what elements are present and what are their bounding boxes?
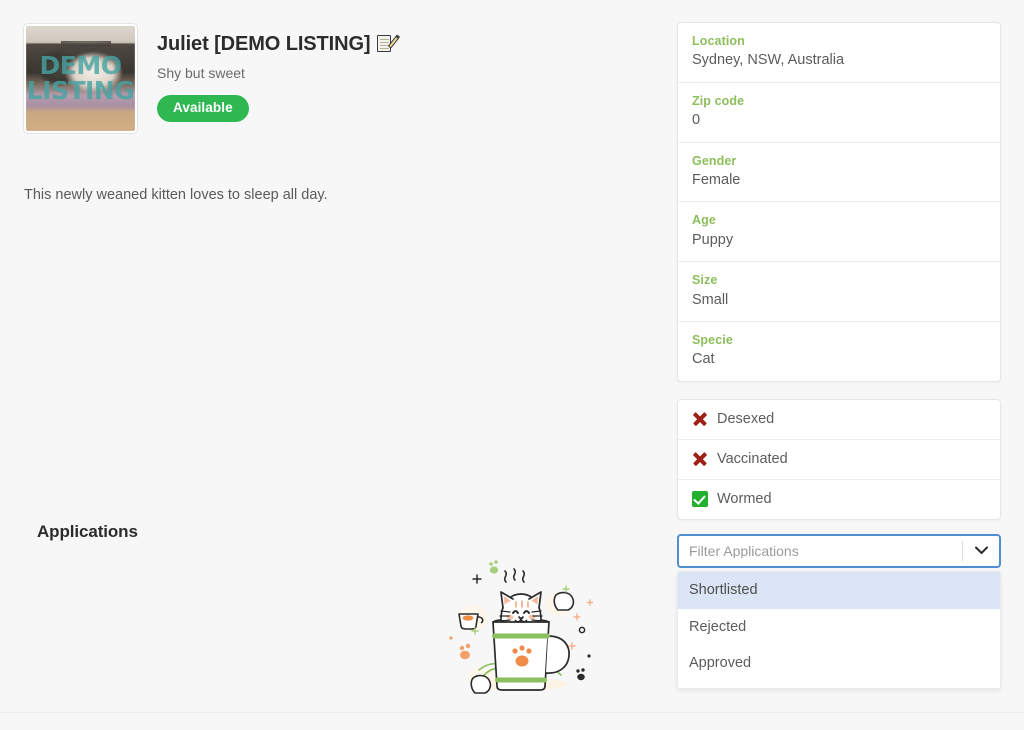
option-rejected[interactable]: Rejected — [678, 609, 1000, 646]
health-label: Wormed — [717, 490, 772, 507]
check-mark-box-icon — [692, 490, 708, 507]
health-status-card: Desexed Vaccinated Wormed — [677, 398, 1001, 520]
filter-applications-options: Shortlisted Rejected Approved — [677, 570, 1001, 689]
detail-row-gender: Gender Female — [678, 143, 1000, 203]
detail-label: Location — [692, 34, 745, 48]
detail-label: Specie — [692, 333, 733, 348]
listing-detail-page: DEMO LISTING Juliet [DEMO LISTING] Shy b… — [0, 0, 1024, 730]
detail-row-age: Age Puppy — [678, 202, 1000, 263]
listing-description: This newly weaned kitten loves to sleep … — [24, 187, 328, 203]
detail-value: Puppy — [692, 231, 734, 248]
footer-divider — [0, 712, 1024, 713]
filter-applications-select[interactable]: Filter Applications — [677, 533, 1001, 568]
kitten-photo-ears — [60, 40, 111, 66]
health-row-vaccinated: Vaccinated — [678, 440, 1000, 480]
listing-main-column: DEMO LISTING Juliet [DEMO LISTING] Shy b… — [24, 24, 644, 207]
page-title: Juliet [DEMO LISTING] — [157, 33, 371, 55]
option-shortlisted[interactable]: Shortlisted — [678, 571, 1000, 609]
detail-value: 0 — [692, 112, 701, 129]
cat-in-mug-illustration — [437, 552, 605, 700]
detail-value: Cat — [692, 351, 715, 368]
edit-listing-icon[interactable] — [377, 34, 401, 53]
title-line: Juliet [DEMO LISTING] — [157, 32, 401, 57]
detail-label: Age — [692, 213, 716, 228]
detail-row-size: Size Small — [678, 262, 1000, 323]
status-badge: Available — [157, 95, 249, 122]
cross-mark-icon — [692, 451, 708, 467]
listing-photo[interactable]: DEMO LISTING — [24, 24, 137, 133]
listing-header: DEMO LISTING Juliet [DEMO LISTING] Shy b… — [24, 24, 644, 133]
listing-subtitle: Shy but sweet — [157, 65, 245, 81]
detail-row-specie: Specie Cat — [678, 322, 1000, 381]
health-row-desexed: Desexed — [678, 400, 1000, 440]
details-card: Location Sydney, NSW, Australia Zip code… — [677, 22, 1001, 382]
health-label: Desexed — [717, 410, 775, 427]
chevron-down-icon[interactable] — [963, 546, 999, 555]
detail-row-zip-code: Zip code 0 — [678, 83, 1000, 143]
detail-label: Gender — [692, 153, 737, 168]
filter-applications-value[interactable]: Filter Applications — [679, 544, 962, 558]
detail-label: Zip code — [692, 93, 745, 108]
listing-header-text: Juliet [DEMO LISTING] Shy but sweet Avai… — [157, 24, 401, 122]
detail-value: Sydney, NSW, Australia — [692, 52, 845, 69]
health-row-wormed: Wormed — [678, 480, 1000, 519]
health-label: Vaccinated — [717, 450, 788, 467]
detail-row-location: Location Sydney, NSW, Australia — [678, 23, 1000, 83]
applications-filter: Filter Applications Shortlisted Rejected… — [677, 533, 1001, 689]
detail-value: Small — [692, 291, 729, 308]
listing-sidebar: Location Sydney, NSW, Australia Zip code… — [677, 22, 1001, 689]
detail-label: Size — [692, 273, 718, 288]
applications-heading: Applications — [37, 522, 138, 541]
cross-mark-icon — [692, 411, 708, 427]
detail-value: Female — [692, 171, 741, 188]
option-approved[interactable]: Approved — [678, 645, 1000, 682]
